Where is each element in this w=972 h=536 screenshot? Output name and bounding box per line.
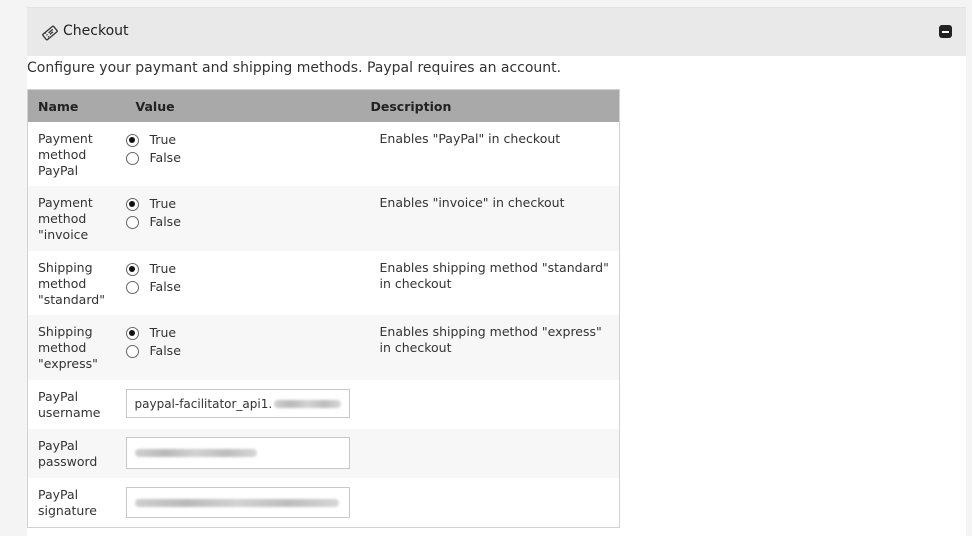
- table-header-row: Name Value Description: [27, 89, 620, 122]
- setting-name: PayPal password: [27, 429, 126, 478]
- radio-option-true[interactable]: True: [125, 131, 371, 149]
- radio-option-false[interactable]: False: [125, 149, 371, 167]
- radio-button[interactable]: [125, 344, 139, 358]
- setting-description: Enables shipping method "standard" in ch…: [370, 251, 620, 315]
- panel-title: Checkout: [63, 23, 129, 39]
- radio-button[interactable]: [125, 215, 139, 229]
- table-row: Payment method "invoice True False Enabl…: [27, 186, 620, 251]
- setting-value: True False: [125, 315, 371, 380]
- setting-name: Payment method PayPal: [27, 122, 126, 186]
- radio-button[interactable]: [125, 151, 139, 165]
- radio-option-true[interactable]: True: [125, 195, 371, 213]
- top-divider: [27, 0, 966, 8]
- column-header-name: Name: [27, 89, 126, 122]
- setting-description: [370, 478, 620, 527]
- setting-value: True False: [125, 122, 371, 186]
- setting-value: [125, 478, 371, 527]
- table-row: PayPal password: [27, 429, 620, 478]
- radio-option-false[interactable]: False: [125, 213, 371, 231]
- radio-button[interactable]: [125, 326, 139, 340]
- table-row: PayPal signature: [27, 478, 620, 527]
- setting-name: PayPal username: [27, 380, 126, 429]
- setting-name: Payment method "invoice: [27, 186, 126, 251]
- setting-description: Enables shipping method "express" in che…: [370, 315, 620, 380]
- radio-button[interactable]: [125, 262, 139, 276]
- redacted-text: [274, 399, 341, 408]
- ticket-icon: [41, 24, 59, 42]
- setting-name: Shipping method "express": [27, 315, 126, 380]
- radio-option-true[interactable]: True: [125, 260, 371, 278]
- table-row: Shipping method "express" True False Ena…: [27, 315, 620, 380]
- radio-option-false[interactable]: False: [125, 342, 371, 360]
- radio-option-true[interactable]: True: [125, 324, 371, 342]
- column-header-value: Value: [125, 89, 371, 122]
- setting-value: True False: [125, 251, 371, 315]
- paypal-signature-field[interactable]: [125, 487, 350, 518]
- table-row: Shipping method "standard" True False En…: [27, 251, 620, 315]
- setting-value: paypal-facilitator_api1.: [125, 380, 371, 429]
- minus-square-icon[interactable]: [939, 25, 952, 38]
- redacted-text: [134, 449, 257, 457]
- setting-value: True False: [125, 186, 371, 251]
- setting-description: [370, 380, 620, 429]
- radio-button[interactable]: [125, 280, 139, 294]
- intro-text: Configure your paymant and shipping meth…: [27, 60, 562, 76]
- setting-name: PayPal signature: [27, 478, 126, 527]
- table-row: PayPal username paypal-facilitator_api1.: [27, 380, 620, 429]
- radio-option-false[interactable]: False: [125, 278, 371, 296]
- setting-value: [125, 429, 371, 478]
- redacted-text: [134, 498, 339, 507]
- panel-header[interactable]: Checkout: [27, 8, 966, 56]
- radio-button[interactable]: [125, 197, 139, 211]
- paypal-password-field[interactable]: [125, 437, 350, 469]
- paypal-username-field[interactable]: paypal-facilitator_api1.: [125, 389, 350, 418]
- column-header-description: Description: [370, 89, 620, 122]
- setting-name: Shipping method "standard": [27, 251, 126, 315]
- setting-description: [370, 429, 620, 478]
- setting-description: Enables "PayPal" in checkout: [370, 122, 620, 186]
- table-row: Payment method PayPal True False Enables…: [27, 122, 620, 186]
- radio-button[interactable]: [125, 133, 139, 147]
- settings-table: Name Value Description Payment method Pa…: [27, 89, 620, 528]
- setting-description: Enables "invoice" in checkout: [370, 186, 620, 251]
- checkout-panel: Checkout Configure your paymant and ship…: [27, 8, 966, 536]
